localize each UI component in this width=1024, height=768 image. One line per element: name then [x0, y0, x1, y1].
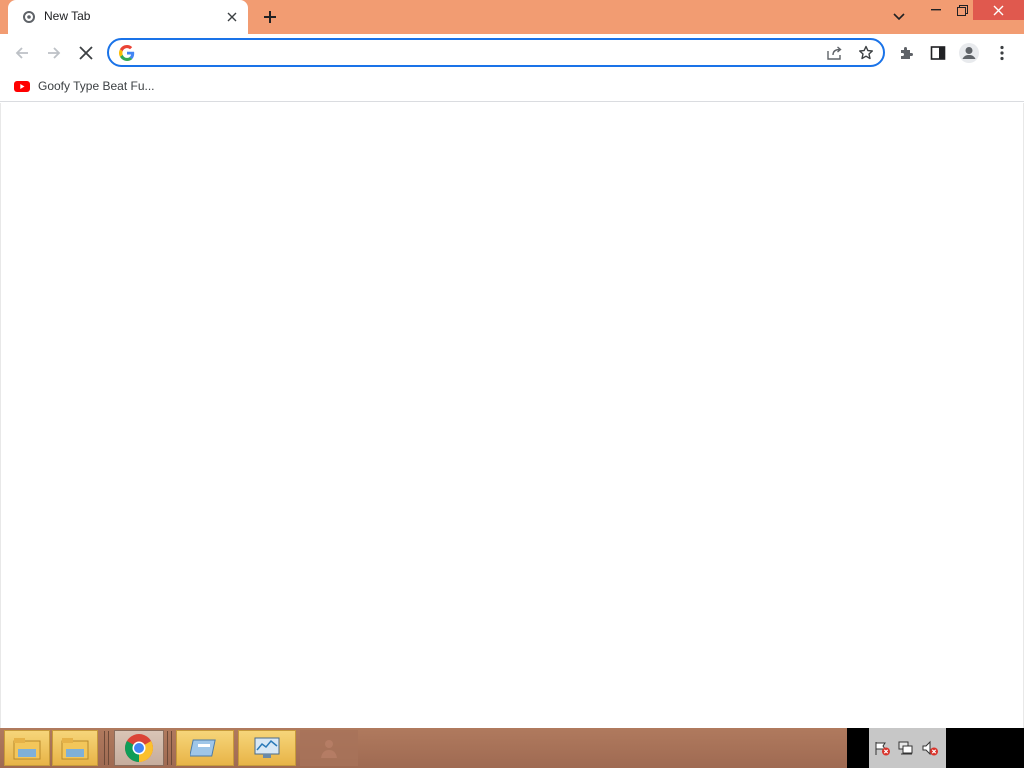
- forward-button[interactable]: [41, 40, 67, 66]
- side-panel-icon[interactable]: [925, 40, 951, 66]
- title-bar: New Tab: [0, 0, 1024, 34]
- taskbar-performance-monitor[interactable]: [238, 730, 296, 766]
- tab-search-chevron-icon[interactable]: [889, 8, 909, 26]
- new-tab-button[interactable]: [259, 7, 281, 27]
- bookmark-label: Goofy Type Beat Fu...: [38, 79, 155, 93]
- close-window-button[interactable]: [973, 0, 1024, 20]
- bookmark-item[interactable]: Goofy Type Beat Fu...: [8, 75, 161, 97]
- user-icon: [321, 740, 337, 758]
- bookmark-star-icon[interactable]: [856, 44, 876, 62]
- system-tray-icons: [869, 728, 946, 768]
- taskbar-file-explorer-1[interactable]: [4, 730, 50, 766]
- file-explorer-icon: [13, 738, 41, 760]
- taskbar-chrome[interactable]: [114, 730, 164, 766]
- performance-monitor-icon: [254, 737, 280, 758]
- tab-title: New Tab: [44, 9, 91, 23]
- network-icon[interactable]: [897, 740, 915, 756]
- taskbar-separator: [104, 731, 109, 765]
- profile-avatar-icon[interactable]: [956, 40, 982, 66]
- page-content[interactable]: [0, 103, 1024, 728]
- taskbar-separator: [167, 731, 172, 765]
- chrome-icon: [125, 734, 153, 762]
- loading-favicon-icon: [23, 11, 35, 23]
- stop-loading-button[interactable]: [73, 40, 99, 66]
- share-icon[interactable]: [825, 44, 845, 62]
- restore-button[interactable]: [950, 0, 974, 20]
- tab-close-icon[interactable]: [224, 9, 240, 25]
- address-bar[interactable]: [107, 38, 885, 67]
- back-button[interactable]: [9, 40, 35, 66]
- taskbar-file-explorer-2[interactable]: [52, 730, 98, 766]
- browser-toolbar: [0, 34, 1024, 72]
- file-explorer-icon: [61, 738, 89, 760]
- more-menu-icon[interactable]: [989, 40, 1015, 66]
- bookmarks-bar: Goofy Type Beat Fu...: [0, 72, 1024, 102]
- taskbar-control-panel[interactable]: [176, 730, 234, 766]
- google-icon: [119, 45, 135, 61]
- action-center-flag-icon[interactable]: [873, 740, 891, 756]
- volume-muted-icon[interactable]: [921, 740, 939, 756]
- system-tray: [847, 728, 1024, 768]
- taskbar-user-item[interactable]: [300, 730, 358, 766]
- extensions-puzzle-icon[interactable]: [893, 40, 919, 66]
- youtube-icon: [14, 80, 30, 92]
- address-input[interactable]: [143, 42, 823, 63]
- tab-new-tab[interactable]: New Tab: [8, 0, 248, 34]
- minimize-button[interactable]: [924, 0, 948, 20]
- control-panel-icon: [190, 739, 216, 757]
